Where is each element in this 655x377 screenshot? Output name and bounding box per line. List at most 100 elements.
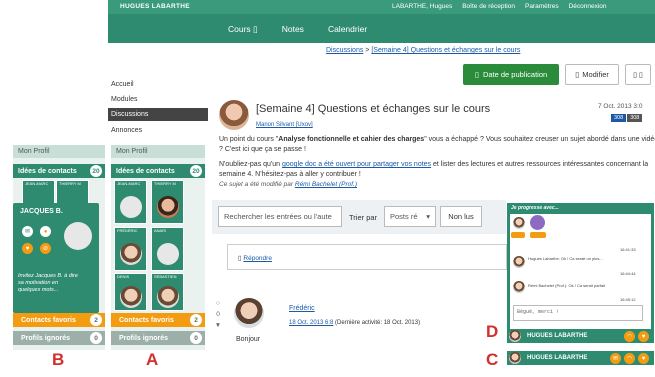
headset-icon[interactable]: ◠ bbox=[624, 331, 635, 342]
google-doc-link[interactable]: google doc a été ouvert pour partager vo… bbox=[282, 161, 431, 168]
favorites-count-badge: 2 bbox=[190, 314, 202, 326]
favorites-bar[interactable]: Contacts favoris 2 bbox=[111, 313, 205, 327]
status-badge bbox=[511, 232, 525, 238]
contact-ideas-header[interactable]: Idées de contacts 20 bbox=[111, 164, 205, 178]
logout-link[interactable]: Déconnexion bbox=[569, 3, 607, 10]
chat-bar-avatar bbox=[509, 352, 521, 364]
message-icon[interactable]: ✉ bbox=[610, 353, 621, 364]
avatar bbox=[157, 243, 179, 265]
reply-link[interactable]: Répondre bbox=[243, 255, 272, 262]
nav-cours[interactable]: Cours ▯ bbox=[228, 24, 258, 35]
contact-tile[interactable]: SÉBASTIEN bbox=[151, 273, 184, 311]
more-options-button[interactable]: ▯ ▯ bbox=[625, 64, 651, 85]
vote-up-icon[interactable]: ○ bbox=[212, 298, 224, 309]
heart-icon[interactable]: ♥ bbox=[638, 353, 649, 364]
ignored-count-badge: 0 bbox=[90, 332, 102, 344]
menu-modules[interactable]: Modules bbox=[108, 93, 208, 106]
contact-tile[interactable]: ANAÏS bbox=[151, 227, 184, 271]
comment-text: Bonjour bbox=[236, 336, 261, 343]
heart-icon[interactable]: ♥ bbox=[638, 331, 649, 342]
label-a: A bbox=[146, 350, 159, 369]
chat-participant-avatar[interactable] bbox=[513, 217, 525, 229]
contact-card-avatar bbox=[64, 222, 92, 250]
ideas-count-badge: 20 bbox=[90, 165, 102, 177]
settings-link[interactable]: Paramètres bbox=[525, 3, 559, 10]
label-b: B bbox=[52, 350, 65, 369]
contact-card bbox=[13, 203, 99, 313]
post-paragraph: Un point du cours "Analyse fonctionnelle… bbox=[219, 136, 655, 153]
sort-select[interactable]: Posts ré ▾ bbox=[384, 206, 436, 227]
avatar bbox=[120, 243, 142, 265]
contact-tile[interactable]: JEAN-MARC bbox=[114, 180, 147, 224]
menu-discussions[interactable]: Discussions bbox=[108, 108, 208, 121]
breadcrumb-current[interactable]: [Semaine 4] Questions et échanges sur le… bbox=[371, 47, 520, 54]
ignored-bar[interactable]: Profils ignorés 0 bbox=[13, 331, 105, 345]
tag-badge: 308 bbox=[627, 114, 643, 122]
reply-box[interactable]: ▯ Répondre bbox=[227, 244, 507, 270]
chat-title: Je progresse avec... bbox=[511, 205, 559, 211]
contact-tile[interactable]: THIERRY M bbox=[151, 180, 184, 224]
inbox-link[interactable]: Boîte de réception bbox=[462, 3, 515, 10]
post-tags: 308 308 bbox=[611, 114, 643, 122]
my-profile-tab[interactable]: Mon Profil bbox=[13, 145, 105, 158]
comment-author-link[interactable]: Frédéric bbox=[289, 305, 315, 312]
nav-notes[interactable]: Notes bbox=[282, 24, 304, 35]
headset-icon[interactable]: ◠ bbox=[624, 353, 635, 364]
chat-message: Hugues Labarthe: Ok ! Ca serait un plus.… bbox=[528, 256, 603, 261]
author-avatar[interactable] bbox=[219, 100, 249, 130]
chat-avatar bbox=[513, 256, 525, 268]
main-navbar bbox=[108, 14, 655, 43]
vote-down-icon[interactable]: ▼ bbox=[212, 320, 224, 331]
post-paragraph: N'oubliez-pas qu'un google doc a été ouv… bbox=[219, 161, 649, 178]
editor-link[interactable]: Rémi Bachelet (Prof.) bbox=[295, 181, 357, 188]
chat-input[interactable]: Bégué, merci ! bbox=[513, 305, 643, 321]
tag-badge: 308 bbox=[611, 114, 627, 122]
message-icon[interactable]: ✉ bbox=[22, 226, 33, 237]
chat-message: Rémi Bachelet (Prof.): Ok ! Ca serait pa… bbox=[528, 283, 606, 288]
contact-ideas-header[interactable]: Idées de contacts 20 bbox=[13, 164, 105, 178]
contact-tile[interactable]: JEAN-MARC bbox=[22, 180, 55, 204]
contact-card-text: Invitez Jacques B. à dire sa motivation … bbox=[18, 273, 78, 293]
post-edited-note: Ce sujet a été modifié par Rémi Bachelet… bbox=[219, 181, 358, 188]
user-name-link[interactable]: LABARTHE, Hugues bbox=[392, 3, 452, 10]
my-profile-tab[interactable]: Mon Profil bbox=[111, 145, 205, 158]
favorite-icon[interactable]: ♥ bbox=[22, 243, 33, 254]
user-menu: LABARTHE, Hugues Boîte de réception Para… bbox=[392, 3, 607, 10]
vote-score: 0 bbox=[216, 311, 220, 318]
search-input[interactable]: Rechercher les entrées ou l'aute bbox=[218, 206, 342, 227]
comment-meta: 18 Oct. 2013 6:8 (Dernière activité: 18 … bbox=[289, 320, 421, 326]
ignored-bar[interactable]: Profils ignorés 0 bbox=[111, 331, 205, 345]
favorites-bar[interactable]: Contacts favoris 2 bbox=[13, 313, 105, 327]
post-date: 7 Oct. 2013 3:0 bbox=[598, 103, 643, 110]
menu-accueil[interactable]: Accueil bbox=[108, 78, 208, 91]
post-author-link[interactable]: Manon Silvant [Uxov] bbox=[256, 122, 313, 128]
group-icon[interactable] bbox=[530, 215, 545, 230]
contact-tile[interactable]: THIERRY M bbox=[56, 180, 89, 204]
label-d: D bbox=[486, 322, 499, 341]
modify-button[interactable]: ▯ Modifier bbox=[565, 64, 619, 85]
contact-tile[interactable]: DENIS bbox=[114, 273, 147, 311]
chat-avatar bbox=[513, 281, 525, 293]
comment-date-link[interactable]: 18 Oct. 2013 6:8 bbox=[289, 320, 333, 326]
menu-annonces[interactable]: Annonces bbox=[108, 124, 208, 137]
ignore-icon[interactable]: ⊘ bbox=[40, 243, 51, 254]
calendar-icon: ▯ bbox=[474, 70, 479, 79]
chevron-down-icon: ▾ bbox=[426, 212, 430, 221]
nav-calendrier[interactable]: Calendrier bbox=[328, 24, 367, 35]
comment-avatar[interactable] bbox=[234, 298, 264, 328]
unread-button[interactable]: Non lus bbox=[440, 206, 482, 227]
site-name: HUGUES LABARTHE bbox=[120, 3, 190, 10]
more-icon: ▯ ▯ bbox=[633, 71, 643, 79]
breadcrumb-discussions[interactable]: Discussions bbox=[326, 47, 363, 54]
sort-label: Trier par bbox=[349, 213, 378, 222]
chat-time: 16:44:44 bbox=[620, 271, 636, 276]
contact-card-name: JACQUES B. bbox=[20, 208, 63, 215]
post-title: [Semaine 4] Questions et échanges sur le… bbox=[256, 103, 491, 115]
ignored-count-badge: 0 bbox=[190, 332, 202, 344]
ideas-count-badge: 20 bbox=[190, 165, 202, 177]
publish-date-button[interactable]: ▯ Date de publication bbox=[463, 64, 559, 85]
avatar bbox=[157, 196, 179, 218]
contact-tile[interactable]: FRÉDÉRIC bbox=[114, 227, 147, 271]
breadcrumb: Discussions > [Semaine 4] Questions et é… bbox=[326, 47, 521, 54]
chat-icon[interactable]: ● bbox=[40, 226, 51, 237]
